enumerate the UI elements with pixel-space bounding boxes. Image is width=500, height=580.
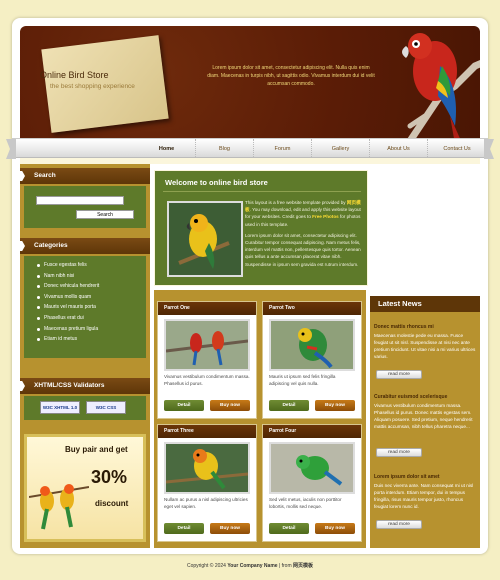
product-card: Parrot Four Sed velit metus, iaculis non… bbox=[262, 424, 362, 542]
product-name: Parrot Four bbox=[263, 425, 361, 438]
news-body: Maecenas molestie pede eu massa. Fusce f… bbox=[374, 333, 476, 359]
detail-button[interactable]: Detail bbox=[164, 523, 204, 534]
promo-box[interactable]: Buy pair and get 30% discount bbox=[24, 434, 146, 542]
sidebar: Search Search Categories Fusce egestas f… bbox=[20, 164, 150, 548]
promo-discount-value: 30% bbox=[91, 467, 128, 487]
footer-separator: | from bbox=[277, 563, 294, 569]
product-description: Vivamus vestibulum condimentum massa. Ph… bbox=[164, 374, 250, 386]
categories-heading: Categories bbox=[20, 238, 150, 254]
categories-list: Fusce egestas felis Nam nibh nisi Donec … bbox=[24, 260, 146, 345]
welcome-panel: Welcome to online bird store This layout… bbox=[154, 170, 368, 286]
product-image[interactable] bbox=[269, 442, 355, 494]
categories-box: Fusce egestas felis Nam nibh nisi Donec … bbox=[24, 256, 146, 358]
read-more-button[interactable]: read more bbox=[376, 448, 422, 457]
search-heading: Search bbox=[20, 168, 150, 184]
latest-news: Latest News Donec mattis rhoncus mi Maec… bbox=[370, 296, 480, 548]
news-title[interactable]: Lorem ipsum dolor sit amet bbox=[374, 474, 476, 480]
detail-button[interactable]: Detail bbox=[164, 400, 204, 411]
category-item[interactable]: Donec vehicula hendrerit bbox=[24, 281, 146, 292]
search-box bbox=[24, 186, 146, 228]
promo-parrots-illustration bbox=[29, 484, 89, 530]
product-name: Parrot Three bbox=[158, 425, 256, 438]
parrot-illustration bbox=[402, 33, 480, 142]
store-subtitle: the best shopping experience bbox=[50, 83, 135, 90]
read-more-button[interactable]: read more bbox=[376, 370, 422, 379]
news-item: Lorem ipsum dolor sit amet Duis nec vive… bbox=[374, 474, 476, 510]
search-button[interactable]: Search bbox=[76, 210, 134, 219]
product-description: Sed velit metus, iaculis non porttitor l… bbox=[269, 497, 342, 509]
category-item[interactable]: Mauris vel mauris porta bbox=[24, 302, 146, 313]
xhtml-badge[interactable]: W3C XHTML 1.0 bbox=[40, 401, 80, 414]
welcome-divider bbox=[163, 191, 361, 192]
nav-gallery[interactable]: Gallery bbox=[312, 139, 370, 159]
css-badge[interactable]: W3C CSS bbox=[86, 401, 126, 414]
buy-now-button[interactable]: Buy now bbox=[210, 523, 250, 534]
footer: Copyright © 2024 Your Company Name | fro… bbox=[0, 562, 500, 569]
product-card: Parrot Three Nullam ac purus a nisl adip… bbox=[157, 424, 257, 542]
buy-now-button[interactable]: Buy now bbox=[210, 400, 250, 411]
news-body: Duis nec viverra ante. Nam consequat mi … bbox=[374, 483, 474, 509]
product-image[interactable] bbox=[164, 442, 250, 494]
footer-source-link[interactable]: 网页模板 bbox=[293, 563, 313, 569]
category-item[interactable]: Nam nibh nisi bbox=[24, 271, 146, 282]
welcome-title: Welcome to online bird store bbox=[165, 178, 268, 187]
nav-blog[interactable]: Blog bbox=[196, 139, 254, 159]
news-item: Curabitur euismod scelerisque Vivamus ve… bbox=[374, 394, 476, 430]
category-item[interactable]: Fusce egestas felis bbox=[24, 260, 146, 271]
category-item[interactable]: Phasellus erat dui bbox=[24, 313, 146, 324]
detail-button[interactable]: Detail bbox=[269, 523, 309, 534]
category-item[interactable]: Maecenas pretium ligula bbox=[24, 324, 146, 335]
news-body: Vivamus vestibulum condimentum massa. Ph… bbox=[374, 403, 473, 429]
product-description: Nullam ac purus a nisl adipiscing ultric… bbox=[164, 497, 248, 509]
news-title[interactable]: Donec mattis rhoncus mi bbox=[374, 324, 476, 330]
search-input[interactable] bbox=[36, 196, 124, 205]
validators-heading: XHTML/CSS Validators bbox=[20, 378, 150, 394]
footer-copyright: Copyright © 2024 bbox=[186, 563, 228, 569]
buy-now-button[interactable]: Buy now bbox=[315, 400, 355, 411]
detail-button[interactable]: Detail bbox=[269, 400, 309, 411]
nav-home[interactable]: Home bbox=[138, 139, 196, 159]
nav-about[interactable]: About Us bbox=[370, 139, 428, 159]
read-more-button[interactable]: read more bbox=[376, 520, 422, 529]
header-blurb: Lorem ipsum dolor sit amet, consectetur … bbox=[207, 65, 375, 87]
footer-company[interactable]: Your Company Name bbox=[227, 563, 277, 569]
category-item[interactable]: Etiam id metus bbox=[24, 334, 146, 345]
product-description: Mauris ut ipsum sed felis fringilla adip… bbox=[269, 374, 336, 386]
product-name: Parrot One bbox=[158, 302, 256, 315]
nav-contact[interactable]: Contact Us bbox=[428, 139, 486, 159]
promo-line-1: Buy pair and get bbox=[65, 445, 128, 454]
nav-forum[interactable]: Forum bbox=[254, 139, 312, 159]
welcome-text-part: This layout is a free website template p… bbox=[245, 200, 347, 205]
buy-now-button[interactable]: Buy now bbox=[315, 523, 355, 534]
nav-items: Home Blog Forum Gallery About Us Contact… bbox=[138, 139, 486, 159]
product-name: Parrot Two bbox=[263, 302, 361, 315]
product-card: Parrot Two Mauris ut ipsum sed felis fri… bbox=[262, 301, 362, 419]
store-title: Online Bird Store bbox=[40, 70, 109, 80]
ribbon-left bbox=[6, 139, 16, 159]
promo-line-3: discount bbox=[95, 499, 129, 508]
news-title[interactable]: Curabitur euismod scelerisque bbox=[374, 394, 476, 400]
welcome-paragraph-2: Lorem ipsum dolor sit amet, consectetur … bbox=[245, 232, 361, 267]
news-heading: Latest News bbox=[370, 296, 480, 312]
news-item: Donec mattis rhoncus mi Maecenas molesti… bbox=[374, 324, 476, 360]
welcome-photos-link[interactable]: Free Photos bbox=[312, 214, 339, 219]
product-image[interactable] bbox=[269, 319, 355, 371]
category-item[interactable]: Vivamus mollis quam bbox=[24, 292, 146, 303]
product-card: Parrot One Vivamus vestibulum condimentu… bbox=[157, 301, 257, 419]
product-image[interactable] bbox=[164, 319, 250, 371]
main-nav: Home Blog Forum Gallery About Us Contact… bbox=[6, 138, 494, 159]
welcome-text: This layout is a free website template p… bbox=[245, 199, 363, 268]
welcome-parrot-image bbox=[167, 201, 243, 277]
